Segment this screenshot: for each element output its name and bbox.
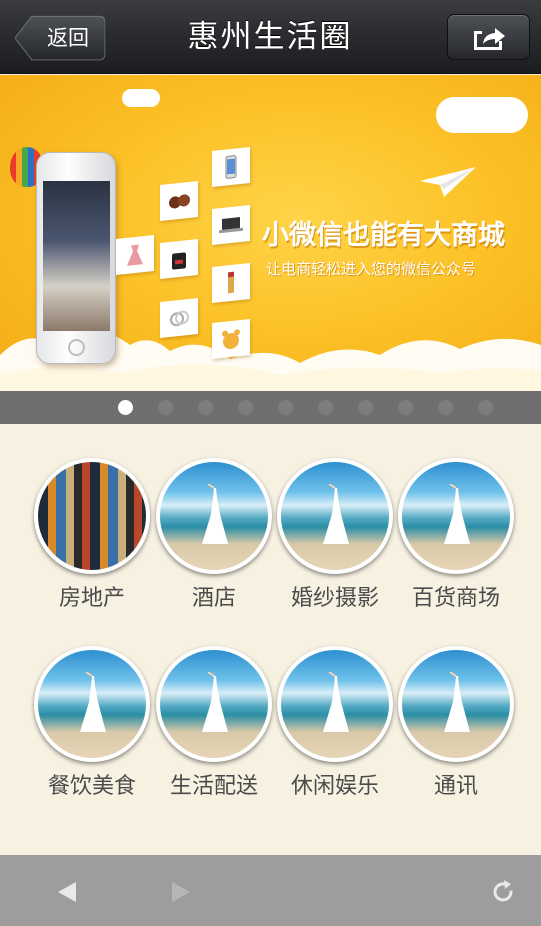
category-thumbnail <box>34 646 150 762</box>
product-card <box>212 147 250 187</box>
category-wedding-photography[interactable]: 婚纱摄影 <box>274 458 396 628</box>
share-button[interactable] <box>447 14 530 60</box>
pager-dot[interactable] <box>158 400 173 415</box>
category-hotel[interactable]: 酒店 <box>153 458 275 628</box>
category-thumbnail <box>277 458 393 574</box>
beach-photo-image <box>38 650 146 758</box>
pager-dot[interactable] <box>318 400 333 415</box>
beach-photo-image <box>281 462 389 570</box>
woman-figure-icon <box>444 672 470 732</box>
banner-headline: 小微信也能有大商城 <box>262 220 505 251</box>
woman-figure-icon <box>444 484 470 544</box>
category-thumbnail <box>34 458 150 574</box>
phone-home-button <box>68 339 85 356</box>
product-card <box>212 263 250 303</box>
pager-dot[interactable] <box>398 400 413 415</box>
category-department-store[interactable]: 百货商场 <box>395 458 517 628</box>
pager-dot[interactable] <box>278 400 293 415</box>
ring-icon <box>170 310 189 327</box>
category-dining[interactable]: 餐饮美食 <box>31 646 153 816</box>
category-label: 百货商场 <box>411 586 500 611</box>
beach-photo-image <box>160 462 268 570</box>
back-nav-button[interactable] <box>50 875 84 909</box>
pager-dot[interactable] <box>238 400 253 415</box>
category-thumbnail <box>156 458 272 574</box>
product-card <box>212 319 250 359</box>
product-card <box>160 239 198 279</box>
pager-dot[interactable] <box>478 400 493 415</box>
category-label: 通讯 <box>433 774 478 799</box>
category-label: 生活配送 <box>169 774 258 799</box>
category-grid: 房地产 酒店 婚纱摄影 百货商场 餐饮美食 生活配送 休闲娱乐 通讯 <box>0 424 541 854</box>
woman-figure-icon <box>323 672 349 732</box>
category-label: 婚纱摄影 <box>290 586 379 611</box>
beach-photo-image <box>281 650 389 758</box>
category-delivery[interactable]: 生活配送 <box>153 646 275 816</box>
navigation-bar: 返回 惠州生活圈 <box>0 0 541 74</box>
category-thumbnail <box>398 458 514 574</box>
toy-bear-icon <box>222 329 240 350</box>
product-card <box>116 235 154 275</box>
category-telecom[interactable]: 通讯 <box>395 646 517 816</box>
woman-figure-icon <box>80 672 106 732</box>
phone-screen <box>43 181 110 331</box>
beach-photo-image <box>160 650 268 758</box>
refresh-button[interactable] <box>486 875 520 909</box>
pager-dot-active[interactable] <box>118 400 133 415</box>
cloud-decoration <box>436 97 528 133</box>
cloud-decoration <box>122 89 160 107</box>
mobile-phone-icon <box>225 155 237 179</box>
laptop-icon <box>219 217 243 234</box>
page-title: 惠州生活圈 <box>187 19 353 55</box>
real-estate-collage-image <box>38 462 146 570</box>
woman-figure-icon <box>202 484 228 544</box>
smartphone-illustration <box>36 152 116 364</box>
pager-dot[interactable] <box>358 400 373 415</box>
category-real-estate[interactable]: 房地产 <box>31 458 153 628</box>
banner-pager <box>0 391 541 424</box>
browser-toolbar <box>0 855 541 926</box>
category-label: 酒店 <box>191 586 236 611</box>
triangle-left-icon <box>58 882 76 902</box>
category-label: 房地产 <box>58 586 125 611</box>
forward-nav-button[interactable] <box>164 875 198 909</box>
category-thumbnail <box>398 646 514 762</box>
beach-photo-image <box>402 462 510 570</box>
promo-banner[interactable]: 小微信也能有大商城 让电商轻松进入您的微信公众号 <box>0 75 541 391</box>
product-card <box>160 181 198 221</box>
share-icon <box>473 28 505 50</box>
banner-subline: 让电商轻松进入您的微信公众号 <box>266 260 477 278</box>
food-icon <box>169 194 190 209</box>
woman-figure-icon <box>202 672 228 732</box>
category-label: 休闲娱乐 <box>290 774 379 799</box>
triangle-right-icon <box>172 882 190 902</box>
refresh-icon <box>493 880 513 902</box>
category-leisure[interactable]: 休闲娱乐 <box>274 646 396 816</box>
beach-photo-image <box>402 650 510 758</box>
product-card <box>160 298 198 338</box>
category-label: 餐饮美食 <box>47 774 136 799</box>
category-thumbnail <box>277 646 393 762</box>
dress-icon <box>127 244 143 266</box>
pager-dot[interactable] <box>438 400 453 415</box>
category-thumbnail <box>156 646 272 762</box>
product-card <box>212 205 250 245</box>
paper-plane-icon <box>420 167 476 197</box>
bag-icon <box>172 252 186 270</box>
cosmetics-icon <box>228 271 234 294</box>
woman-figure-icon <box>323 484 349 544</box>
back-button[interactable] <box>14 15 106 61</box>
pager-dot[interactable] <box>198 400 213 415</box>
